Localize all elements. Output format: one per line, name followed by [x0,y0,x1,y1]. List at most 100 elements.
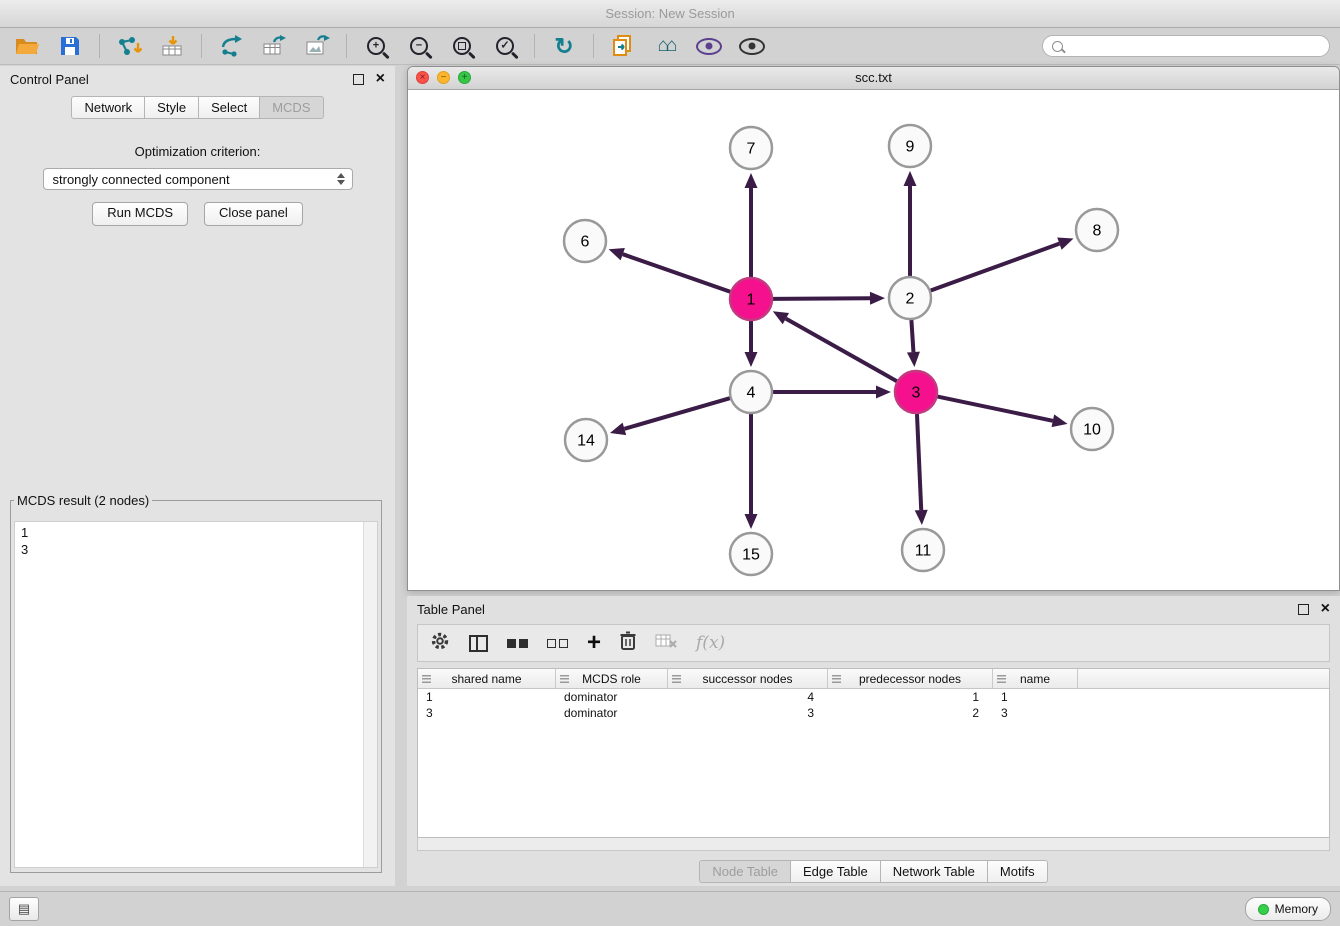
network-canvas[interactable]: 7968124314101511 [409,90,1338,589]
export-image-button[interactable] [300,31,334,61]
control-panel-tabs: Network Style Select MCDS [0,96,395,119]
double-house-button[interactable]: ⌂⌂ [649,31,683,61]
column-header-name[interactable]: name [993,669,1078,688]
optimization-criterion-select[interactable]: strongly connected component [43,168,353,190]
column-header-successor-nodes[interactable]: successor nodes [668,669,828,688]
table-panel-tabs: Node Table Edge Table Network Table Moti… [407,860,1340,883]
show-columns-button[interactable] [469,635,488,652]
memory-button[interactable]: Memory [1245,897,1331,921]
graph-edge-3-10[interactable] [938,397,1053,421]
import-network-button[interactable] [112,31,146,61]
graph-edge-1-2[interactable] [773,298,870,299]
graphics-details-button[interactable] [692,31,726,61]
trash-icon [620,631,636,651]
table-settings-button[interactable] [430,631,450,656]
window-zoom-icon[interactable]: + [458,71,471,84]
chevron-updown-icon [337,173,345,185]
add-column-button[interactable]: + [587,631,601,655]
export-image-icon [305,35,330,57]
table-panel: Table Panel × + [407,596,1340,886]
delete-column-button[interactable] [620,631,636,656]
tab-network-table[interactable]: Network Table [881,860,988,883]
tab-node-table[interactable]: Node Table [699,860,791,883]
graph-edge-4-14[interactable] [624,398,729,429]
graph-arrowhead-4-15 [745,514,758,529]
graph-arrowhead-3-11 [915,510,928,525]
save-session-button[interactable] [53,31,87,61]
export-network-button[interactable] [214,31,248,61]
main-toolbar: + − ✓ ↻ ⌂⌂ [0,28,1340,65]
close-panel-icon[interactable]: × [1321,601,1330,617]
zoom-in-button[interactable]: + [359,31,393,61]
graph-edge-2-8[interactable] [931,244,1060,291]
graph-node-label-1: 1 [747,292,756,309]
column-flag-icon [997,675,1006,683]
table-horizontal-scrollbar[interactable] [417,838,1330,851]
window-minimize-icon[interactable]: − [437,71,450,84]
function-builder-button[interactable]: f(x) [696,633,725,653]
graph-arrowhead-1-2 [870,292,885,305]
graph-edge-1-6[interactable] [623,254,730,292]
table-row[interactable]: 3 dominator 3 2 3 [418,705,1329,721]
cell-shared-name: 1 [418,690,556,704]
open-session-button[interactable] [10,31,44,61]
export-network-icon [219,35,244,57]
result-scrollbar[interactable] [363,522,377,867]
column-header-predecessor-nodes[interactable]: predecessor nodes [828,669,993,688]
graph-node-label-15: 15 [742,547,760,564]
export-table-button[interactable] [257,31,291,61]
zoom-out-icon: − [410,37,428,55]
cell-predecessor-nodes: 1 [828,690,993,704]
zoom-in-icon: + [367,37,385,55]
import-table-button[interactable] [155,31,189,61]
clone-network-button[interactable] [606,31,640,61]
run-mcds-button[interactable]: Run MCDS [92,202,188,226]
graph-arrowhead-1-6 [609,248,625,260]
search-input[interactable] [1070,38,1320,54]
graph-node-label-7: 7 [747,141,756,158]
graph-node-label-14: 14 [577,433,595,450]
graph-node-label-4: 4 [747,385,756,402]
tab-edge-table[interactable]: Edge Table [791,860,881,883]
column-flag-icon [422,675,431,683]
mcds-result-area[interactable]: 1 3 [14,521,378,868]
zoom-out-button[interactable]: − [402,31,436,61]
show-hide-button[interactable] [735,31,769,61]
table-row[interactable]: 1 dominator 4 1 1 [418,689,1329,705]
show-panels-button[interactable]: ▤ [9,897,39,921]
column-header-mcds-role[interactable]: MCDS role [556,669,668,688]
graph-edge-3-1[interactable] [786,319,897,382]
graph-arrowhead-4-3 [876,386,891,399]
tab-style[interactable]: Style [145,96,199,119]
delete-table-button[interactable] [655,632,677,655]
float-panel-icon[interactable] [1298,604,1309,615]
deselect-all-rows-button[interactable] [547,639,568,648]
network-view-window: × − + scc.txt 7968124314101511 [407,66,1340,591]
memory-label: Memory [1275,902,1318,916]
mcds-result-line: 1 [21,524,371,541]
graph-edge-2-3[interactable] [911,320,913,352]
column-flag-icon [672,675,681,683]
tab-motifs[interactable]: Motifs [988,860,1048,883]
refresh-button[interactable]: ↻ [547,31,581,61]
zoom-fit-button[interactable] [445,31,479,61]
mcds-result-line: 3 [21,541,371,558]
toolbar-separator [534,34,535,58]
float-panel-icon[interactable] [353,74,364,85]
select-all-rows-button[interactable] [507,639,528,648]
column-header-shared-name[interactable]: shared name [418,669,556,688]
tab-network[interactable]: Network [71,96,145,119]
toolbar-separator [99,34,100,58]
tab-mcds[interactable]: MCDS [260,96,323,119]
zoom-selected-button[interactable]: ✓ [488,31,522,61]
close-panel-icon[interactable]: × [376,71,385,87]
graph-edge-3-11[interactable] [917,414,921,510]
import-table-icon [160,35,184,57]
network-window-titlebar[interactable]: × − + scc.txt [408,67,1339,90]
column-flag-icon [560,675,569,683]
tab-select[interactable]: Select [199,96,260,119]
window-close-icon[interactable]: × [416,71,429,84]
clone-network-icon [612,35,634,57]
close-panel-button[interactable]: Close panel [204,202,303,226]
graph-arrowhead-2-3 [907,352,920,367]
